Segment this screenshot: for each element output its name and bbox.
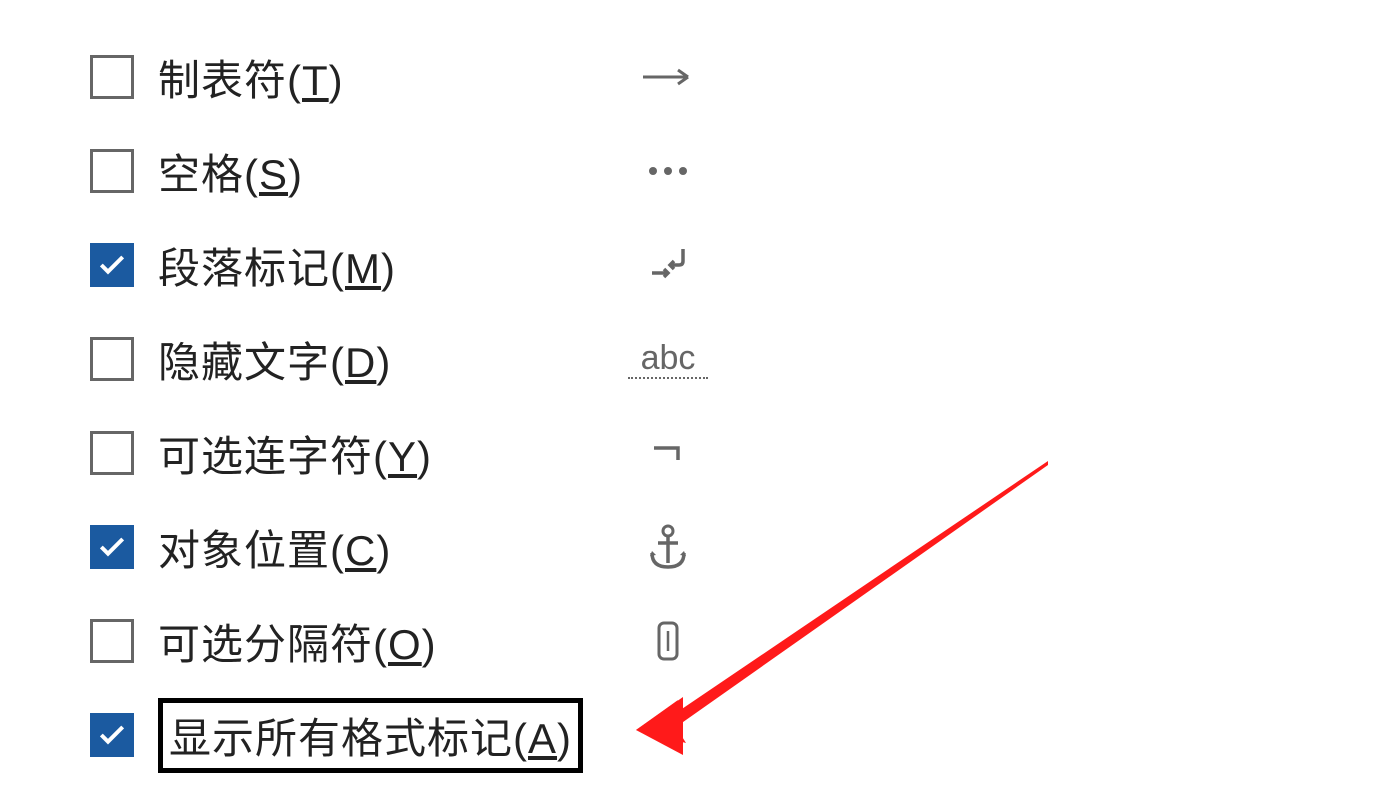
paragraph-mark-icon: [628, 243, 708, 287]
checkbox-object-anchor[interactable]: [90, 525, 134, 569]
checkbox-space[interactable]: [90, 149, 134, 193]
option-tab-character[interactable]: 制表符(T): [90, 30, 1288, 124]
checkbox-optional-break[interactable]: [90, 619, 134, 663]
label-object-anchor: 对象位置(C): [158, 517, 628, 578]
abc-icon: abc: [628, 339, 708, 379]
label-optional-break: 可选分隔符(O): [158, 611, 628, 672]
label-show-all-formatting: 显示所有格式标记(A): [158, 698, 628, 773]
dots-icon: [628, 156, 708, 186]
check-icon: [96, 249, 128, 281]
label-space: 空格(S): [158, 141, 628, 202]
checkbox-show-all-formatting[interactable]: [90, 713, 134, 757]
option-paragraph-mark[interactable]: 段落标记(M): [90, 218, 1288, 312]
check-icon: [96, 531, 128, 563]
label-hidden-text: 隐藏文字(D): [158, 329, 628, 390]
arrow-right-icon: [628, 62, 708, 92]
label-tab-character: 制表符(T): [158, 47, 628, 108]
check-icon: [96, 719, 128, 751]
highlight-box: 显示所有格式标记(A): [158, 698, 583, 773]
checkbox-paragraph-mark[interactable]: [90, 243, 134, 287]
label-optional-hyphen: 可选连字符(Y): [158, 423, 628, 484]
checkbox-optional-hyphen[interactable]: [90, 431, 134, 475]
anchor-icon: [628, 523, 708, 571]
option-optional-break[interactable]: 可选分隔符(O): [90, 594, 1288, 688]
checkbox-tab-character[interactable]: [90, 55, 134, 99]
option-optional-hyphen[interactable]: 可选连字符(Y): [90, 406, 1288, 500]
optional-hyphen-icon: [628, 438, 708, 468]
label-paragraph-mark: 段落标记(M): [158, 235, 628, 296]
option-show-all-formatting[interactable]: 显示所有格式标记(A): [90, 688, 1288, 782]
checkbox-hidden-text[interactable]: [90, 337, 134, 381]
option-object-anchor[interactable]: 对象位置(C): [90, 500, 1288, 594]
option-space[interactable]: 空格(S): [90, 124, 1288, 218]
option-hidden-text[interactable]: 隐藏文字(D) abc: [90, 312, 1288, 406]
optional-break-icon: [628, 619, 708, 663]
